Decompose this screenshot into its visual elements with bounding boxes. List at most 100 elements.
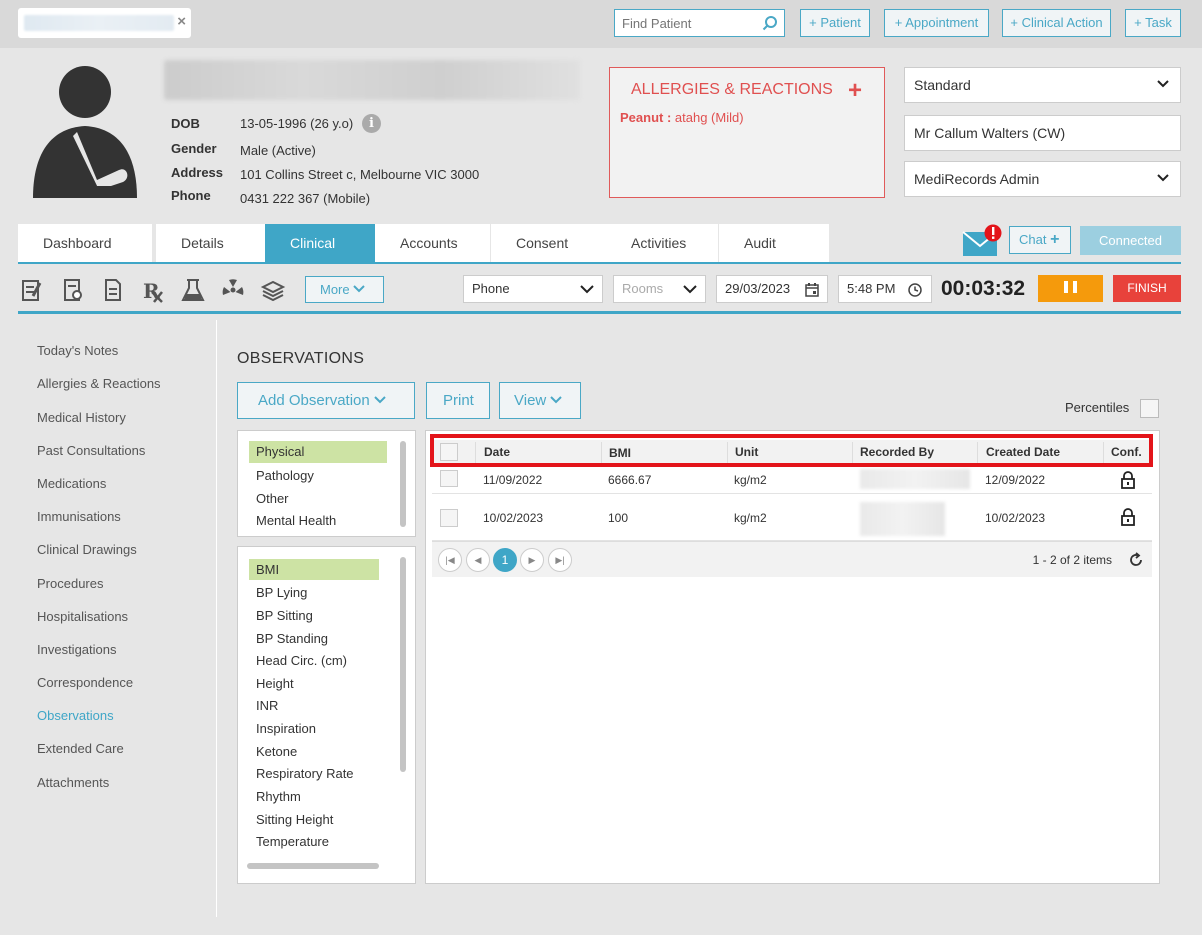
more-button[interactable]: More [305, 276, 384, 303]
user-select[interactable]: MediRecords Admin [904, 161, 1181, 197]
tab-consent[interactable]: Consent [491, 224, 606, 262]
list-item-mental-health[interactable]: Mental Health [256, 513, 336, 528]
table-row[interactable]: 10/02/2023 100 kg/m2 10/02/2023 [432, 495, 1152, 541]
time-picker[interactable]: 5:48 PM [838, 275, 932, 303]
add-observation-button[interactable]: Add Observation [237, 382, 415, 419]
clinical-note-icon[interactable] [20, 277, 46, 303]
finish-button[interactable]: FINISH [1113, 275, 1181, 302]
sidebar-item-hospitalisations[interactable]: Hospitalisations [37, 609, 128, 624]
last-page-button[interactable]: ▶| [548, 548, 572, 572]
category-scrollbar[interactable] [400, 441, 406, 527]
sidebar-item-procedures[interactable]: Procedures [37, 576, 103, 591]
calendar-icon[interactable] [805, 282, 819, 297]
list-item-inspiration[interactable]: Inspiration [256, 721, 316, 736]
allergies-panel: ALLERGIES & REACTIONS + Peanut : atahg (… [609, 67, 885, 198]
sidebar-item-investigations[interactable]: Investigations [37, 642, 117, 657]
patient-tab[interactable]: × [18, 8, 191, 38]
add-allergy-icon[interactable]: + [848, 77, 862, 105]
rooms-select[interactable]: Rooms [613, 275, 706, 303]
next-page-button[interactable]: ▶ [520, 548, 544, 572]
find-patient-field[interactable] [614, 9, 785, 37]
list-item-height[interactable]: Height [256, 676, 294, 691]
list-item-bmi[interactable]: BMI [249, 559, 379, 580]
print-button[interactable]: Print [426, 382, 490, 419]
find-patient-input[interactable] [615, 10, 755, 36]
list-item-bp-standing[interactable]: BP Standing [256, 631, 328, 646]
sidebar-item-observations[interactable]: Observations [37, 708, 114, 723]
sidebar-item-immunisations[interactable]: Immunisations [37, 509, 121, 524]
sidebar-item-todays-notes[interactable]: Today's Notes [37, 343, 118, 358]
chevron-down-icon [1157, 80, 1169, 88]
view-button[interactable]: View [499, 382, 581, 419]
tab-dashboard[interactable]: Dashboard [18, 224, 152, 262]
contact-type-select[interactable]: Phone [463, 275, 603, 303]
list-item-sitting-height[interactable]: Sitting Height [256, 812, 333, 827]
cell-created-date: 12/09/2022 [985, 473, 1046, 487]
tab-details[interactable]: Details [156, 224, 266, 262]
layers-icon[interactable] [260, 277, 286, 303]
info-icon[interactable]: i [362, 114, 381, 133]
message-alert-icon[interactable] [962, 224, 1004, 258]
sidebar-item-past-consultations[interactable]: Past Consultations [37, 443, 145, 458]
list-item-physical[interactable]: Physical [249, 441, 387, 463]
list-item-bp-lying[interactable]: BP Lying [256, 585, 307, 600]
pathology-flask-icon[interactable] [180, 277, 206, 303]
tab-activities[interactable]: Activities [606, 224, 718, 262]
list-item-head-circ[interactable]: Head Circ. (cm) [256, 653, 347, 668]
add-task-button[interactable]: + Task [1125, 9, 1181, 37]
patient-tab-name-blurred [24, 15, 174, 31]
tab-audit[interactable]: Audit [719, 224, 829, 262]
sidebar-item-extended-care[interactable]: Extended Care [37, 741, 124, 756]
tab-accounts[interactable]: Accounts [375, 224, 490, 262]
tab-clinical[interactable]: Clinical [265, 224, 377, 262]
add-patient-button[interactable]: + Patient [800, 9, 870, 37]
clock-icon[interactable] [908, 283, 922, 297]
sidebar-item-correspondence[interactable]: Correspondence [37, 675, 133, 690]
connected-button[interactable]: Connected [1080, 226, 1181, 255]
request-form-icon[interactable] [60, 277, 86, 303]
list-item-respiratory-rate[interactable]: Respiratory Rate [256, 766, 354, 781]
doctor-field-value: Mr Callum Walters (CW) [914, 125, 1066, 141]
list-item-ketone[interactable]: Ketone [256, 744, 297, 759]
consult-timer: 00:03:32 [941, 277, 1026, 300]
percentiles-checkbox[interactable] [1140, 399, 1159, 418]
page-button-current[interactable]: 1 [493, 548, 517, 572]
row-checkbox[interactable] [440, 509, 458, 527]
lock-icon[interactable] [1120, 471, 1136, 489]
refresh-icon[interactable] [1128, 552, 1144, 568]
list-item-bp-sitting[interactable]: BP Sitting [256, 608, 313, 623]
search-icon[interactable] [762, 15, 778, 31]
add-appointment-button[interactable]: + Appointment [884, 9, 989, 37]
chat-button[interactable]: Chat + [1009, 226, 1071, 254]
table-row[interactable]: 11/09/2022 6666.67 kg/m2 12/09/2022 [432, 466, 1152, 494]
pause-button[interactable] [1038, 275, 1103, 302]
template-select[interactable]: Standard [904, 67, 1181, 103]
allergies-title: ALLERGIES & REACTIONS [631, 81, 833, 98]
type-vertical-scrollbar[interactable] [400, 557, 406, 772]
sidebar-item-clinical-drawings[interactable]: Clinical Drawings [37, 542, 137, 557]
date-picker[interactable]: 29/03/2023 [716, 275, 828, 303]
row-checkbox[interactable] [440, 470, 458, 487]
lock-icon[interactable] [1120, 508, 1136, 526]
add-clinical-action-button[interactable]: + Clinical Action [1002, 9, 1111, 37]
list-item-inr[interactable]: INR [256, 698, 278, 713]
prescription-icon[interactable]: R [140, 277, 166, 303]
first-page-button[interactable]: |◀ [438, 548, 462, 572]
allergy-item[interactable]: Peanut : atahg (Mild) [620, 110, 744, 125]
list-item-other[interactable]: Other [256, 491, 289, 506]
list-item-rhythm[interactable]: Rhythm [256, 789, 301, 804]
sidebar-item-allergies[interactable]: Allergies & Reactions [37, 376, 161, 391]
close-icon[interactable]: × [177, 13, 186, 30]
list-item-pathology[interactable]: Pathology [256, 468, 314, 483]
patient-name-blurred [164, 60, 580, 100]
sidebar-item-medications[interactable]: Medications [37, 476, 106, 491]
doctor-field[interactable]: Mr Callum Walters (CW) [904, 115, 1181, 151]
sidebar-item-attachments[interactable]: Attachments [37, 775, 109, 790]
document-icon[interactable] [100, 277, 126, 303]
sidebar-item-medical-history[interactable]: Medical History [37, 410, 126, 425]
prev-page-button[interactable]: ◀ [466, 548, 490, 572]
radiology-icon[interactable] [220, 277, 246, 303]
list-item-temperature[interactable]: Temperature [256, 834, 329, 849]
type-horizontal-scrollbar[interactable] [247, 863, 379, 869]
page-title: OBSERVATIONS [237, 350, 365, 367]
